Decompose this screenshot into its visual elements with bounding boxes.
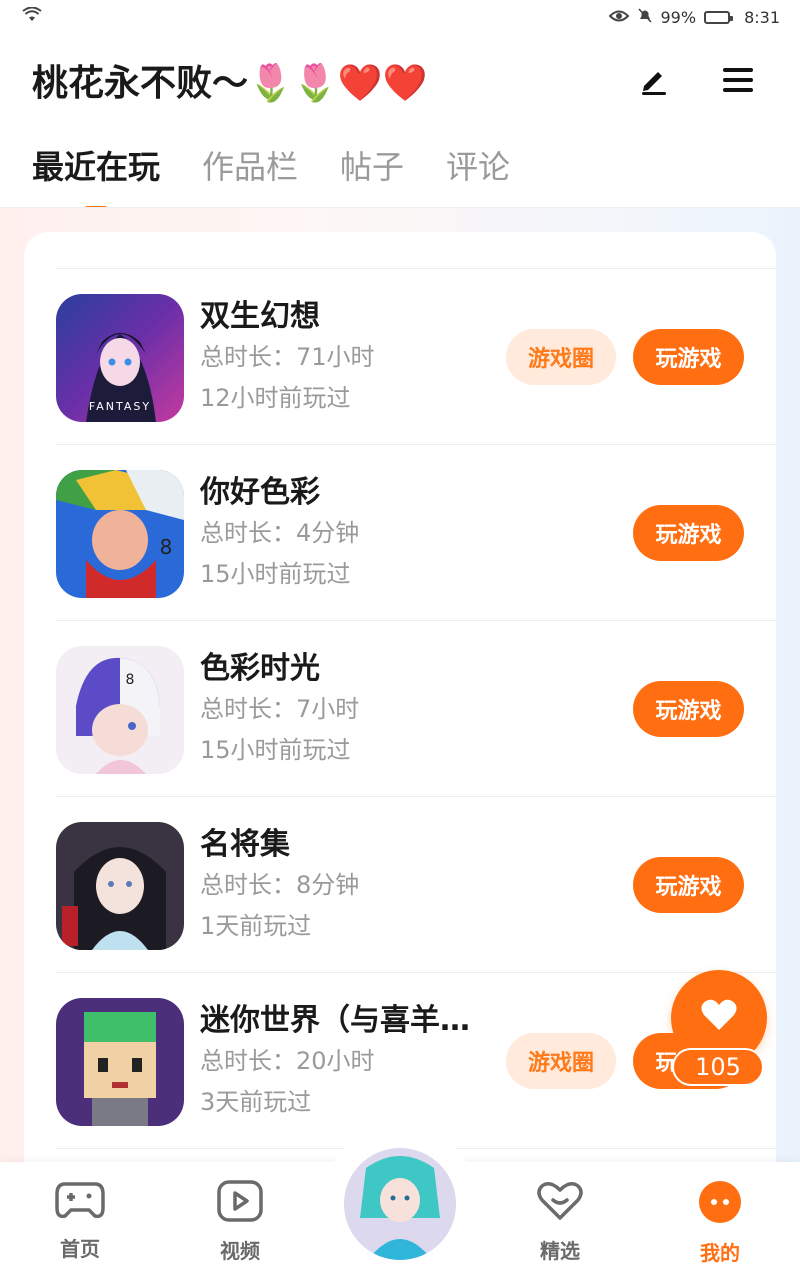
- game-last-played: 3天前玩过: [200, 1088, 312, 1116]
- avatar[interactable]: [344, 1148, 456, 1260]
- nav-featured[interactable]: 精选: [510, 1180, 610, 1264]
- nav-video[interactable]: 视频: [190, 1180, 290, 1264]
- edit-icon[interactable]: [636, 62, 672, 98]
- game-title: 名将集: [200, 827, 290, 862]
- battery-percent: 99%: [660, 7, 697, 27]
- svg-text:8: 8: [126, 672, 135, 688]
- list-item[interactable]: 名将集 总时长：8分钟 1天前玩过 玩游戏: [56, 797, 776, 973]
- mute-bell-icon: [637, 7, 653, 27]
- game-last-played: 15小时前玩过: [200, 736, 351, 764]
- game-title: 你好色彩: [200, 475, 320, 510]
- game-duration: 总时长：4分钟: [200, 519, 360, 547]
- game-icon-secai-shiguang[interactable]: 8: [56, 646, 184, 774]
- game-title: 色彩时光: [200, 651, 320, 686]
- profile-header: 桃花永不败～🌷🌷❤️❤️: [0, 40, 800, 120]
- game-icon-mini-world[interactable]: [56, 998, 184, 1126]
- nav-label: 首页: [60, 1237, 100, 1261]
- play-game-button[interactable]: 玩游戏: [633, 329, 744, 385]
- nav-label: 精选: [540, 1239, 580, 1263]
- game-duration: 总时长：20小时: [200, 1047, 375, 1075]
- video-icon: [217, 1180, 263, 1227]
- tab-recent-played[interactable]: 最近在玩: [32, 130, 161, 212]
- tab-comments[interactable]: 评论: [446, 130, 510, 188]
- game-last-played: 1天前玩过: [200, 912, 312, 940]
- menu-icon[interactable]: [720, 62, 756, 98]
- game-last-played: 15小时前玩过: [200, 560, 351, 588]
- game-duration: 总时长：71小时: [200, 343, 375, 371]
- game-title: 双生幻想: [200, 299, 320, 334]
- svg-text:8: 8: [160, 535, 173, 559]
- tab-works[interactable]: 作品栏: [202, 130, 298, 188]
- list-item[interactable]: 8 你好色彩 总时长：4分钟 15小时前玩过 玩游戏: [56, 445, 776, 621]
- tab-posts[interactable]: 帖子: [340, 130, 404, 188]
- like-count: 105: [672, 1048, 764, 1086]
- list-item[interactable]: 8 色彩时光 总时长：7小时 15小时前玩过 玩游戏: [56, 621, 776, 797]
- game-last-played: 12小时前玩过: [200, 384, 351, 412]
- game-icon-nihao-secai[interactable]: 8: [56, 470, 184, 598]
- game-duration: 总时长：7小时: [200, 695, 360, 723]
- game-icon-shuangsheng[interactable]: FANTASY: [56, 294, 184, 422]
- clock: 8:31: [744, 7, 780, 27]
- game-circle-button[interactable]: 游戏圈: [506, 329, 616, 385]
- tab-label: 最近在玩: [32, 148, 161, 186]
- game-circle-button[interactable]: 游戏圈: [506, 1033, 616, 1089]
- game-icon-mingjiang-ji[interactable]: [56, 822, 184, 950]
- play-game-button[interactable]: 玩游戏: [633, 505, 744, 561]
- gamepad-icon: [55, 1180, 105, 1225]
- profile-tabs: 最近在玩 作品栏 帖子 评论: [0, 130, 800, 212]
- nav-label: 视频: [220, 1239, 260, 1263]
- profile-name: 桃花永不败～🌷🌷❤️❤️: [32, 63, 428, 104]
- eye-icon: [608, 8, 629, 27]
- status-bar: 99% 8:31: [0, 0, 800, 34]
- wifi-icon: [22, 6, 42, 27]
- nav-me[interactable]: 我的: [670, 1180, 770, 1266]
- nav-home[interactable]: 首页: [30, 1180, 130, 1262]
- battery-icon: [704, 10, 734, 24]
- play-game-button[interactable]: 玩游戏: [633, 857, 744, 913]
- play-game-button[interactable]: 玩游戏: [633, 681, 744, 737]
- list-item[interactable]: 迷你世界（与喜羊… 总时长：20小时 3天前玩过 游戏圈 玩游戏: [56, 973, 776, 1149]
- profile-icon: [697, 1180, 743, 1229]
- nav-label: 我的: [700, 1241, 740, 1265]
- tab-label: 帖子: [340, 148, 405, 186]
- heart-icon: [536, 1180, 584, 1227]
- list-item[interactable]: FANTASY 双生幻想 总时长：71小时 12小时前玩过 游戏圈 玩游戏: [56, 269, 776, 445]
- game-duration: 总时长：8分钟: [200, 871, 360, 899]
- game-title: 迷你世界（与喜羊…: [200, 1003, 470, 1038]
- svg-text:FANTASY: FANTASY: [89, 400, 151, 413]
- tab-label: 作品栏: [202, 148, 299, 186]
- heart-icon: [700, 998, 738, 1036]
- tab-label: 评论: [446, 148, 511, 186]
